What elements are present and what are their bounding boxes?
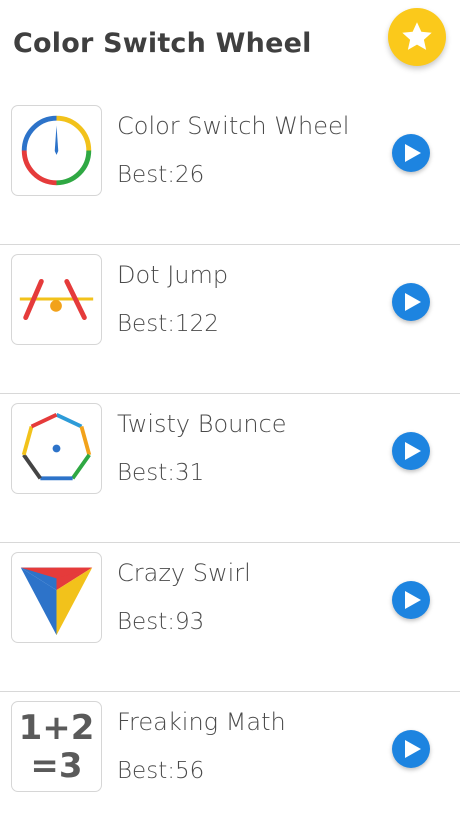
game-list: Color Switch Wheel Best:26 Dot Jump Best… xyxy=(0,96,460,840)
play-icon xyxy=(404,740,421,758)
play-button[interactable] xyxy=(392,730,430,768)
star-icon xyxy=(402,22,432,50)
play-button[interactable] xyxy=(392,581,430,619)
twisty-bounce-icon xyxy=(11,403,102,494)
list-item[interactable]: Dot Jump Best:122 xyxy=(0,245,460,394)
play-icon xyxy=(404,144,421,162)
best-score: Best:26 xyxy=(117,162,205,188)
play-button[interactable] xyxy=(392,432,430,470)
page-title: Color Switch Wheel xyxy=(13,28,312,59)
best-score: Best:122 xyxy=(117,311,219,337)
play-button[interactable] xyxy=(392,283,430,321)
game-title: Crazy Swirl xyxy=(117,559,251,587)
color-wheel-icon xyxy=(11,105,102,196)
freaking-math-icon: 1+2 =3 xyxy=(11,701,102,792)
play-icon xyxy=(404,591,421,609)
list-item[interactable]: Color Switch Wheel Best:26 xyxy=(0,96,460,245)
game-title: Color Switch Wheel xyxy=(117,112,350,140)
crazy-swirl-icon xyxy=(11,552,102,643)
play-icon xyxy=(404,293,421,311)
math-icon-line-2: =3 xyxy=(30,745,83,786)
app-header: Color Switch Wheel xyxy=(0,0,460,96)
dot-jump-icon xyxy=(11,254,102,345)
best-score: Best:93 xyxy=(117,609,205,635)
game-title: Dot Jump xyxy=(117,261,229,289)
best-score: Best:56 xyxy=(117,758,205,784)
game-title: Twisty Bounce xyxy=(117,410,287,438)
list-item[interactable]: Twisty Bounce Best:31 xyxy=(0,394,460,543)
play-icon xyxy=(404,442,421,460)
best-score: Best:31 xyxy=(117,460,205,486)
math-icon-line-1: 1+2 xyxy=(18,707,95,748)
play-button[interactable] xyxy=(392,134,430,172)
favorites-button[interactable] xyxy=(388,8,446,66)
list-item[interactable]: Crazy Swirl Best:93 xyxy=(0,543,460,692)
game-title: Freaking Math xyxy=(117,708,286,736)
